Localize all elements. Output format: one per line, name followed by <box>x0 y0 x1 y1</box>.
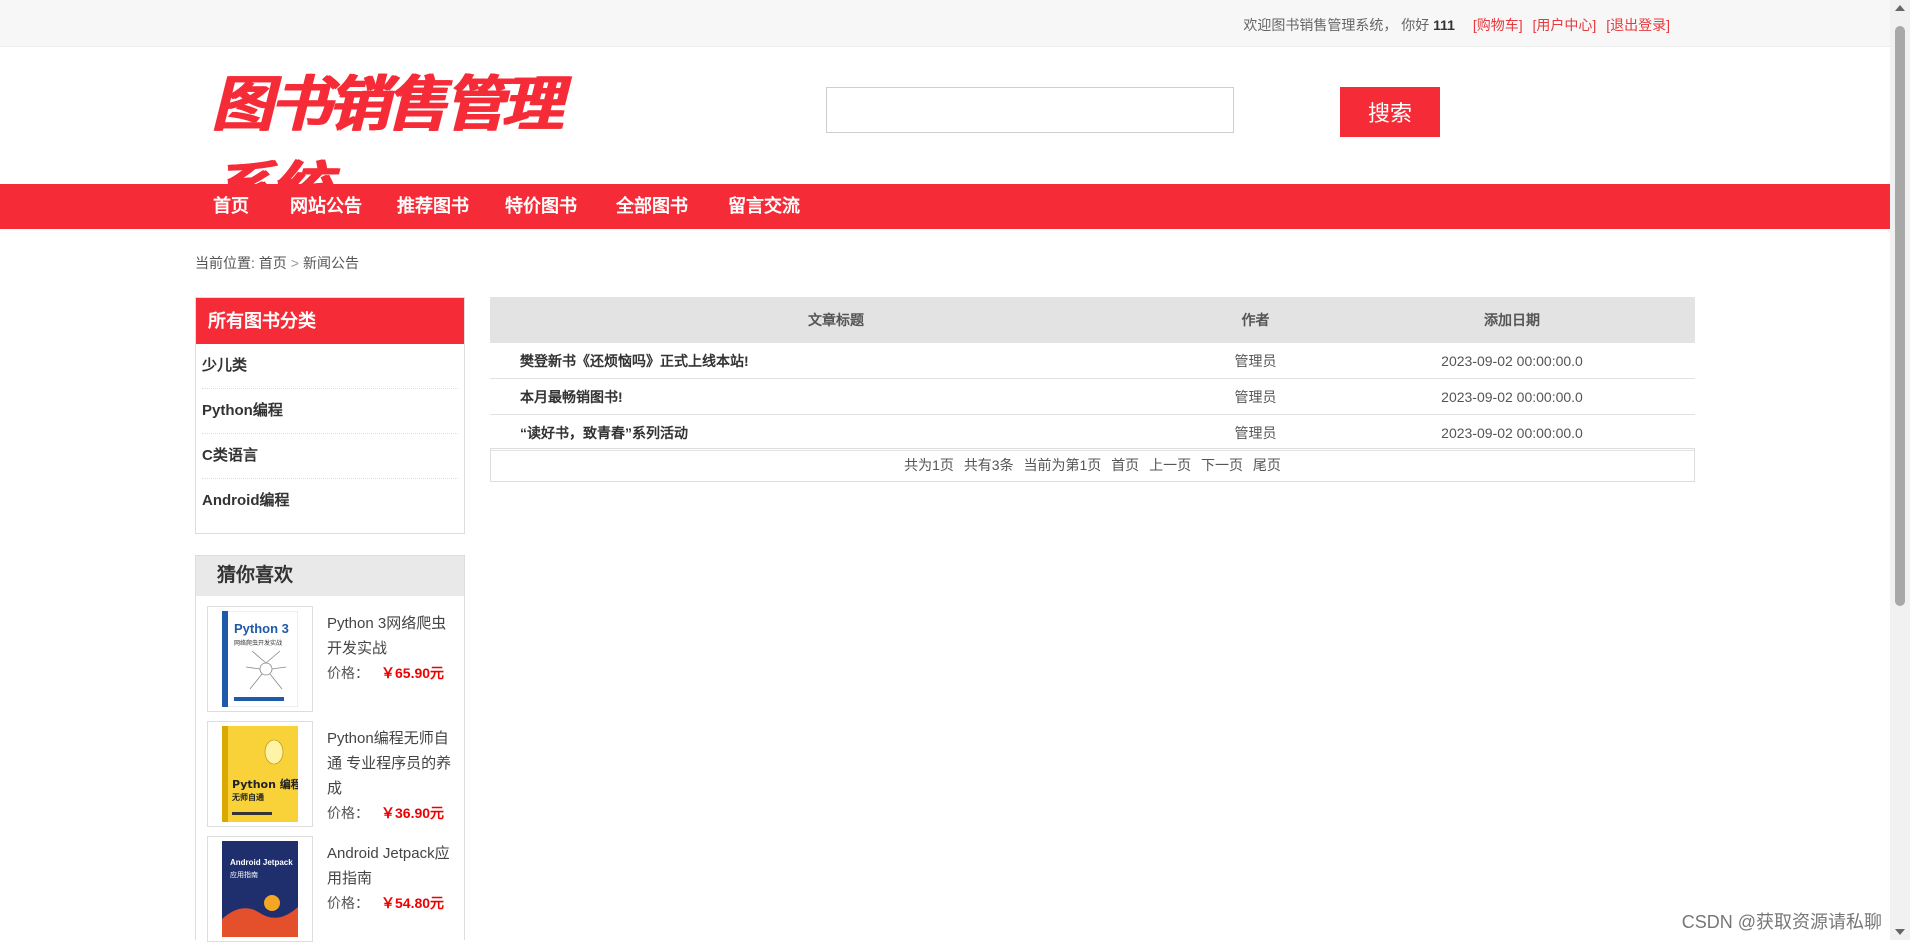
table-header-row: 文章标题 作者 添加日期 <box>490 297 1695 343</box>
book-title[interactable]: Python编程无师自通 专业程序员的养成 <box>327 726 457 801</box>
logout-link[interactable]: [退出登录] <box>1606 17 1670 33</box>
book-cover[interactable]: Android Jetpack 应用指南 <box>207 836 313 942</box>
scroll-down-arrow-icon[interactable] <box>1895 929 1905 935</box>
column-header-author: 作者 <box>1182 297 1329 343</box>
book-info: Python 3网络爬虫开发实战 价格： ￥65.90元 <box>327 611 457 686</box>
page-scrollbar[interactable] <box>1890 0 1910 940</box>
user-center-link[interactable]: [用户中心] <box>1533 17 1597 33</box>
news-author: 管理员 <box>1182 378 1329 415</box>
news-date: 2023-09-02 00:00:00.0 <box>1329 378 1695 415</box>
nav-specials[interactable]: 特价图书 <box>505 184 577 229</box>
price-label: 价格： <box>327 895 369 911</box>
nav-recommended[interactable]: 推荐图书 <box>397 184 469 229</box>
site-logo[interactable]: 图书销售管理系统 <box>212 62 612 226</box>
pagination: 共为1页 共有3条 当前为第1页 首页 上一页 下一页 尾页 <box>490 448 1695 482</box>
news-author: 管理员 <box>1182 343 1329 379</box>
news-title-link[interactable]: 樊登新书《还烦恼吗》正式上线本站! <box>490 343 1182 379</box>
category-title: 所有图书分类 <box>196 298 464 344</box>
category-item[interactable]: C类语言 <box>202 434 458 479</box>
scroll-thumb[interactable] <box>1895 26 1905 606</box>
book-cover[interactable]: Python 编程 无师自通 <box>207 721 313 827</box>
book-title[interactable]: Android Jetpack应用指南 <box>327 841 457 891</box>
category-item[interactable]: 少儿类 <box>202 344 458 389</box>
category-item[interactable]: Python编程 <box>202 389 458 434</box>
book-title[interactable]: Python 3网络爬虫开发实战 <box>327 611 457 661</box>
search-input[interactable] <box>826 87 1234 133</box>
topbar-user-area: 欢迎图书销售管理系统， 你好 111 [购物车] [用户中心] [退出登录] <box>1243 15 1670 35</box>
price-label: 价格： <box>327 805 369 821</box>
pager-next-link[interactable]: 下一页 <box>1201 457 1243 473</box>
table-row: “读好书，致青春”系列活动 管理员 2023-09-02 00:00:00.0 <box>490 414 1695 451</box>
book-info: Python编程无师自通 专业程序员的养成 价格： ￥36.90元 <box>327 726 457 826</box>
svg-text:Android Jetpack: Android Jetpack <box>230 858 293 867</box>
book-cover-image: Python 3 网络爬虫开发实战 <box>222 611 298 707</box>
nav-messages[interactable]: 留言交流 <box>728 184 800 229</box>
watermark: CSDN @获取资源请私聊 <box>1681 912 1882 932</box>
scroll-up-arrow-icon[interactable] <box>1895 5 1905 11</box>
hello-text: 你好 <box>1401 17 1430 33</box>
price-label: 价格： <box>327 665 369 681</box>
book-card: Python 编程 无师自通 Python编程无师自通 专业程序员的养成 价格：… <box>207 721 457 831</box>
recommend-title: 猜你喜欢 <box>196 556 464 596</box>
nav-announcements[interactable]: 网站公告 <box>290 184 362 229</box>
column-header-date: 添加日期 <box>1329 297 1695 343</box>
news-date: 2023-09-02 00:00:00.0 <box>1329 343 1695 379</box>
table-row: 樊登新书《还烦恼吗》正式上线本站! 管理员 2023-09-02 00:00:0… <box>490 343 1695 379</box>
news-title-link[interactable]: 本月最畅销图书! <box>490 378 1182 415</box>
breadcrumb-home[interactable]: 首页 <box>259 255 287 271</box>
svg-text:Python 3: Python 3 <box>234 621 289 636</box>
nav-home[interactable]: 首页 <box>213 184 249 229</box>
news-table-wrap: 文章标题 作者 添加日期 樊登新书《还烦恼吗》正式上线本站! 管理员 2023-… <box>490 297 1695 451</box>
book-price: ￥65.90元 <box>381 665 445 681</box>
username: 111 <box>1433 17 1455 33</box>
book-price: ￥36.90元 <box>381 805 445 821</box>
news-date: 2023-09-02 00:00:00.0 <box>1329 414 1695 451</box>
breadcrumb-current: 新闻公告 <box>302 255 359 271</box>
breadcrumb: 当前位置: 首页 > 新闻公告 <box>195 253 359 273</box>
recommend-panel: 猜你喜欢 Python 3 网络爬虫开发实战 Python 3网络爬虫开发实战 … <box>195 555 465 942</box>
pager-total-items: 共有3条 <box>963 457 1014 473</box>
book-cover-image: Android Jetpack 应用指南 <box>222 841 298 937</box>
category-panel: 所有图书分类 少儿类 Python编程 C类语言 Android编程 <box>195 297 465 534</box>
svg-text:无师自通: 无师自通 <box>231 792 264 802</box>
news-table: 文章标题 作者 添加日期 樊登新书《还烦恼吗》正式上线本站! 管理员 2023-… <box>490 297 1695 451</box>
pager-first-link[interactable]: 首页 <box>1111 457 1139 473</box>
book-cover-image: Python 编程 无师自通 <box>222 726 298 822</box>
search-button[interactable]: 搜索 <box>1340 87 1440 137</box>
breadcrumb-prefix: 当前位置: <box>195 255 255 271</box>
cart-link[interactable]: [购物车] <box>1473 17 1523 33</box>
table-row: 本月最畅销图书! 管理员 2023-09-02 00:00:00.0 <box>490 378 1695 415</box>
svg-text:网络爬虫开发实战: 网络爬虫开发实战 <box>234 639 282 647</box>
news-title-link[interactable]: “读好书，致青春”系列活动 <box>490 414 1182 451</box>
svg-text:应用指南: 应用指南 <box>230 870 258 879</box>
breadcrumb-separator: > <box>290 255 299 271</box>
pager-total-pages: 共为1页 <box>904 457 954 473</box>
svg-text:Python 编程: Python 编程 <box>232 777 298 791</box>
book-price: ￥54.80元 <box>381 895 445 911</box>
category-item[interactable]: Android编程 <box>202 479 458 523</box>
pager-current: 当前为第1页 <box>1023 457 1102 473</box>
book-card: Android Jetpack 应用指南 Android Jetpack应用指南… <box>207 836 457 946</box>
book-cover[interactable]: Python 3 网络爬虫开发实战 <box>207 606 313 712</box>
top-bar: 欢迎图书销售管理系统， 你好 111 [购物车] [用户中心] [退出登录] <box>0 0 1890 47</box>
book-info: Android Jetpack应用指南 价格： ￥54.80元 <box>327 841 457 916</box>
main-nav: 首页 网站公告 推荐图书 特价图书 全部图书 留言交流 <box>0 184 1890 229</box>
column-header-title: 文章标题 <box>490 297 1182 343</box>
welcome-text: 欢迎图书销售管理系统， <box>1243 17 1398 33</box>
news-author: 管理员 <box>1182 414 1329 451</box>
pager-last-link[interactable]: 尾页 <box>1253 457 1281 473</box>
book-card: Python 3 网络爬虫开发实战 Python 3网络爬虫开发实战 价格： ￥6… <box>207 606 457 716</box>
pager-prev-link[interactable]: 上一页 <box>1149 457 1191 473</box>
nav-all-books[interactable]: 全部图书 <box>616 184 688 229</box>
